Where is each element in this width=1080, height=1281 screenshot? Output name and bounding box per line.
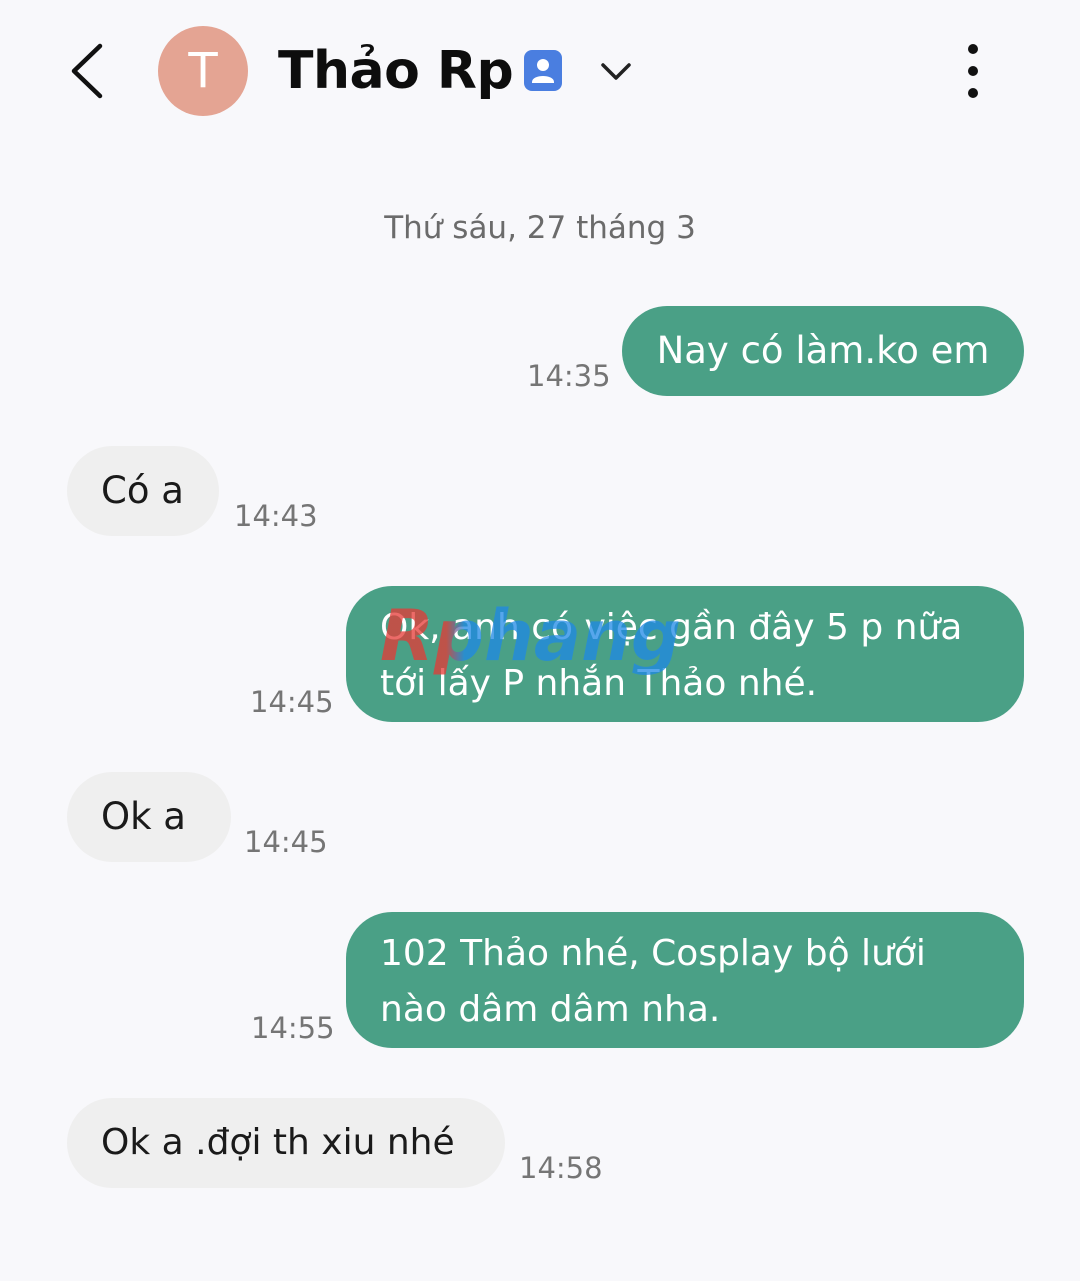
contact-card-icon: [524, 50, 562, 91]
message-time: 14:43: [234, 499, 318, 533]
avatar-letter: T: [188, 43, 218, 99]
message-text-line: Ok, anh có việc gần đây 5 p nữa: [380, 607, 963, 648]
contact-dropdown-button[interactable]: [595, 50, 637, 92]
date-separator: Thứ sáu, 27 tháng 3: [384, 210, 696, 246]
outgoing-message-bubble[interactable]: Nay có làm.ko em: [622, 306, 1024, 396]
message-time: 14:45: [250, 685, 334, 719]
message-time: 14:55: [251, 1011, 335, 1045]
back-button[interactable]: [60, 38, 120, 104]
message-time: 14:45: [244, 825, 328, 859]
contact-avatar[interactable]: T: [158, 26, 248, 116]
message-text-line: 102 Thảo nhé, Cosplay bộ lưới: [380, 933, 926, 974]
back-arrow-icon: [71, 43, 103, 99]
message-text: Nay có làm.ko em: [656, 329, 990, 372]
message-time: 14:58: [519, 1151, 603, 1185]
message-text-line: tới lấy P nhắn Thảo nhé.: [380, 663, 818, 704]
incoming-message-bubble[interactable]: Có a: [67, 446, 219, 536]
message-text: Ok a .đợi th xiu nhé: [101, 1122, 455, 1163]
message-text-line: nào dâm dâm nha.: [380, 989, 721, 1030]
outgoing-message-bubble[interactable]: Ok, anh có việc gần đây 5 p nữa tới lấy …: [346, 586, 1024, 722]
message-time: 14:35: [527, 359, 611, 393]
outgoing-message-bubble[interactable]: 102 Thảo nhé, Cosplay bộ lưới nào dâm dâ…: [346, 912, 1024, 1048]
chevron-down-icon: [601, 63, 631, 80]
contact-name[interactable]: Thảo Rp: [278, 36, 514, 106]
more-options-button[interactable]: [948, 40, 998, 102]
message-text: Có a: [101, 469, 184, 512]
incoming-message-bubble[interactable]: Ok a: [67, 772, 231, 862]
message-text: Ok a: [101, 795, 186, 838]
conversation-header: T Thảo Rp: [0, 0, 1080, 145]
incoming-message-bubble[interactable]: Ok a .đợi th xiu nhé: [67, 1098, 505, 1188]
more-vertical-icon: [968, 44, 978, 98]
